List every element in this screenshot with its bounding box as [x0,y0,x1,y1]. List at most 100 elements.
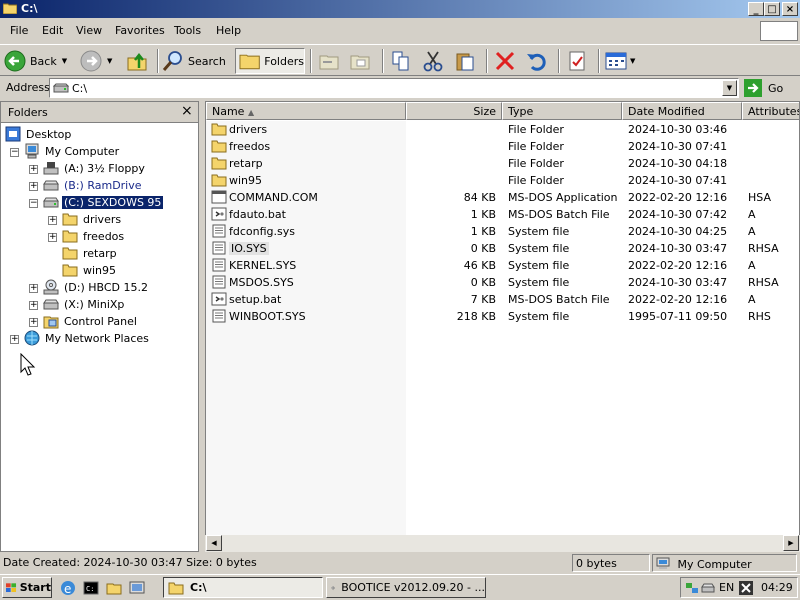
file-row[interactable]: freedos File Folder 2024-10-30 07:41 [206,138,799,155]
language-indicator[interactable]: EN [719,581,734,594]
file-row[interactable]: KERNEL.SYS 46 KB System file 2022-02-20 12:… [206,257,799,274]
expand-icon[interactable]: + [48,233,57,242]
column-header-attributes[interactable]: Attributes [742,102,799,120]
scroll-left-button[interactable]: ◀ [206,535,222,551]
file-row[interactable]: retarp File Folder 2024-10-30 04:18 [206,155,799,172]
tree-item-network[interactable]: My Network Places [24,330,151,346]
chevron-down-icon[interactable]: ▼ [62,57,67,65]
tree-item-win95[interactable]: win95 [62,262,118,278]
file-size: 46 KB [463,259,496,272]
file-row[interactable]: setup.bat 7 KB MS-DOS Batch File 2022-02-20… [206,291,799,308]
file-name: win95 [229,174,263,187]
file-name: IO.SYS [229,242,269,255]
file-row[interactable]: COMMAND.COM 84 KB MS-DOS Application 2022-0… [206,189,799,206]
tree-item-retarp[interactable]: retarp [62,245,119,261]
tree-item-floppy[interactable]: (A:) 3½ Floppy [43,160,147,176]
mouse-cursor-icon [20,353,36,376]
folders-pane-close-icon[interactable]: × [181,103,193,119]
ie-quicklaunch-icon[interactable]: e [60,580,76,596]
file-row[interactable]: IO.SYS 0 KB System file 2024-10-30 03:47 RHS… [206,240,799,257]
taskbar-button-bootice[interactable]: BOOTICE v2012.09.20 - ... [326,577,486,598]
explorer-quicklaunch-icon[interactable] [106,580,122,596]
menu-tools[interactable]: Tools [174,24,201,37]
folders-button[interactable]: Folders [235,48,305,74]
move-to-icon[interactable] [318,48,342,74]
horizontal-scrollbar[interactable]: ◀ ▶ [205,535,800,552]
folders-pane-title: Folders [8,106,48,119]
cut-icon[interactable] [422,48,446,74]
command-prompt-icon[interactable]: C: [83,580,99,596]
show-desktop-icon[interactable] [129,580,145,596]
file-row[interactable]: WINBOOT.SYS 218 KB System file 1995-07-11 0… [206,308,799,325]
file-row[interactable]: fdauto.bat 1 KB MS-DOS Batch File 2024-10-3… [206,206,799,223]
menu-edit[interactable]: Edit [42,24,63,37]
system-file-icon [212,224,226,238]
tray-app-icon[interactable] [739,581,753,595]
collapse-icon[interactable]: − [29,199,38,208]
file-name: COMMAND.COM [229,191,318,204]
tree-item-d-drive[interactable]: (D:) HBCD 15.2 [43,279,150,295]
collapse-icon[interactable]: − [10,148,19,157]
properties-icon[interactable] [566,48,590,74]
file-row[interactable]: fdconfig.sys 1 KB System file 2024-10-30 04… [206,223,799,240]
scroll-right-button[interactable]: ▶ [783,535,799,551]
tree-item-control-panel[interactable]: Control Panel [43,313,139,329]
expand-icon[interactable]: + [29,284,38,293]
chevron-down-icon[interactable]: ▼ [107,57,112,65]
address-bar: Address C:\ ▼ Go [0,77,800,99]
menu-view[interactable]: View [76,24,102,37]
column-header-name[interactable]: Name ▲ [206,102,406,120]
folder-icon [168,582,184,594]
expand-icon[interactable]: + [29,318,38,327]
copy-to-icon[interactable] [349,48,373,74]
paste-icon[interactable] [454,48,478,74]
expand-icon[interactable]: + [10,335,19,344]
up-folder-button[interactable] [126,48,152,74]
minimize-button[interactable]: _ [748,2,764,16]
column-header-modified[interactable]: Date Modified [622,102,742,120]
file-row[interactable]: MSDOS.SYS 0 KB System file 2024-10-30 03:47… [206,274,799,291]
tree-item-ramdrive[interactable]: (B:) RamDrive [43,177,144,193]
menu-favorites[interactable]: Favorites [115,24,165,37]
expand-icon[interactable]: + [29,182,38,191]
close-button[interactable]: × [782,2,798,16]
views-button[interactable]: ▼ [605,48,641,74]
back-button[interactable]: Back ▼ [4,48,78,74]
expand-icon[interactable]: + [29,301,38,310]
undo-icon[interactable] [526,48,550,74]
address-dropdown-button[interactable]: ▼ [722,80,737,96]
forward-button[interactable]: ▼ [80,48,122,74]
go-button[interactable]: Go [744,78,783,98]
file-attributes: A [748,293,756,306]
taskbar-button-explorer[interactable]: C:\ [163,577,323,598]
title-bar[interactable]: C:\ _ □ × [0,0,800,18]
delete-icon[interactable] [494,48,518,74]
file-row[interactable]: win95 File Folder 2024-10-30 07:41 [206,172,799,189]
menu-file[interactable]: File [10,24,28,37]
expand-icon[interactable]: + [48,216,57,225]
tree-item-c-drive[interactable]: (C:) SEXDOWS 95 [43,194,165,210]
system-file-icon [212,258,226,272]
column-header-size[interactable]: Size [406,102,502,120]
tree-item-drivers[interactable]: drivers [62,211,123,227]
file-type: MS-DOS Batch File [508,293,610,306]
drive-icon [43,197,59,208]
tree-item-desktop[interactable]: Desktop [5,126,73,142]
address-label: Address [6,81,50,94]
address-input[interactable]: C:\ ▼ [49,78,739,98]
folder-icon [211,157,227,170]
tree-item-freedos[interactable]: freedos [62,228,126,244]
tree-item-my-computer[interactable]: My Computer [24,143,121,159]
tray-network-icon[interactable] [685,581,699,595]
tray-drive-icon[interactable] [701,581,715,595]
tree-item-x-drive[interactable]: (X:) MiniXp [43,296,126,312]
expand-icon[interactable]: + [29,165,38,174]
cd-drive-icon [43,279,59,295]
search-button[interactable]: Search [162,48,232,74]
file-row[interactable]: drivers File Folder 2024-10-30 03:46 [206,121,799,138]
start-button[interactable]: Start [2,577,52,598]
column-header-type[interactable]: Type [502,102,622,120]
maximize-button[interactable]: □ [764,2,780,16]
menu-help[interactable]: Help [216,24,241,37]
copy-icon[interactable] [390,48,414,74]
